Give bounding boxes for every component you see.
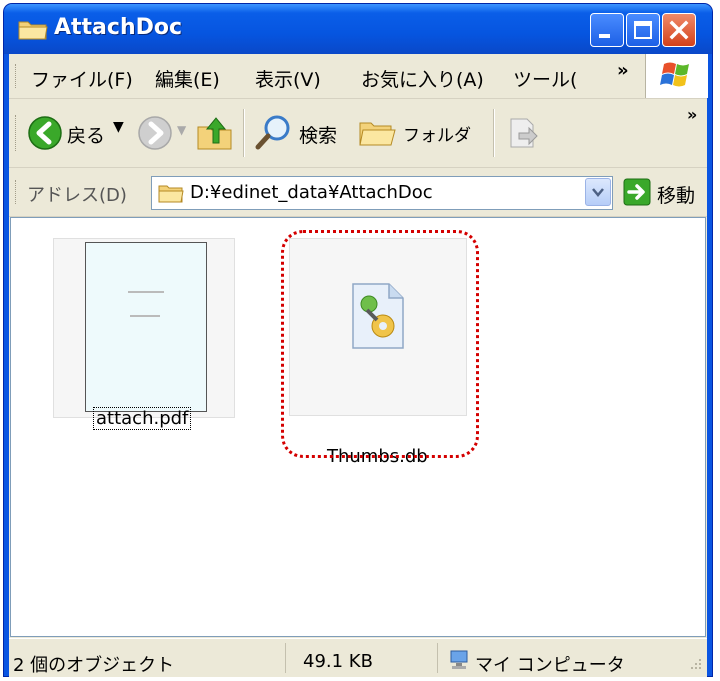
file-name-label[interactable]: attach.pdf <box>93 407 192 430</box>
file-view[interactable]: attach.pdf Thumbs.db <box>10 217 706 637</box>
forward-arrow-icon <box>138 116 172 150</box>
toolbar-separator <box>243 109 245 157</box>
toolbar-overflow-chevron[interactable]: » <box>687 105 697 124</box>
maximize-button[interactable] <box>626 13 660 47</box>
status-pane-zone: マイ コンピュータ <box>439 643 707 676</box>
go-arrow-icon <box>623 178 651 206</box>
total-size: 49.1 KB <box>303 651 373 672</box>
move-to-icon <box>510 118 538 148</box>
up-folder-icon <box>197 117 232 150</box>
title-bar[interactable]: AttachDoc <box>4 4 712 54</box>
menu-file[interactable]: ファイル(F) <box>31 65 133 92</box>
go-button[interactable]: 移動 <box>617 176 703 208</box>
back-label[interactable]: 戻る <box>67 121 105 148</box>
minimize-icon <box>599 34 610 38</box>
object-count: 2 個のオブジェクト <box>13 655 175 676</box>
folder-icon <box>158 185 184 203</box>
status-pane-count: 2 個のオブジェクト <box>9 643 286 676</box>
address-dropdown-button[interactable] <box>585 178 611 206</box>
windows-logo <box>645 54 708 98</box>
zone-label: マイ コンピュータ <box>475 655 625 676</box>
move-to-button[interactable] <box>505 115 541 155</box>
search-label[interactable]: 検索 <box>299 121 337 148</box>
address-path[interactable]: D:¥edinet_data¥AttachDoc <box>190 182 433 203</box>
close-button[interactable] <box>662 13 696 47</box>
menu-overflow-chevron[interactable]: » <box>617 60 629 81</box>
window-client: ファイル(F) 編集(E) 表示(V) お気に入り(A) ツール( » 戻る ▼… <box>9 54 708 677</box>
address-field[interactable]: D:¥edinet_data¥AttachDoc <box>151 176 613 210</box>
windows-flag-icon <box>660 62 689 87</box>
address-bar: アドレス(D) D:¥edinet_data¥AttachDoc 移動 <box>9 168 707 217</box>
search-button[interactable] <box>253 113 293 157</box>
back-dropdown-arrow-icon[interactable]: ▼ <box>113 119 124 135</box>
menu-tools[interactable]: ツール( <box>513 65 577 92</box>
forward-button[interactable] <box>137 115 173 155</box>
standard-toolbar: 戻る ▼ ▼ 検索 フォルダ » <box>9 99 707 168</box>
status-bar: 2 個のオブジェクト 49.1 KB マイ コンピュータ <box>9 638 707 677</box>
menubar-grip[interactable] <box>15 64 19 88</box>
maximize-icon <box>634 21 652 39</box>
explorer-window: AttachDoc ファイル(F) 編集(E) 表示(V) お気に入り(A) ツ… <box>4 4 712 677</box>
preview-text-line <box>130 315 160 317</box>
highlight-annotation <box>281 230 479 458</box>
search-icon <box>255 115 290 150</box>
resize-grip-icon[interactable] <box>687 655 703 671</box>
toolbar-separator <box>493 109 495 157</box>
window-title: AttachDoc <box>54 15 183 40</box>
pdf-page-preview <box>85 242 207 412</box>
forward-dropdown-arrow-icon[interactable]: ▼ <box>177 123 186 137</box>
status-pane-size: 49.1 KB <box>287 643 438 673</box>
close-icon <box>669 20 689 40</box>
back-button[interactable] <box>27 115 63 155</box>
preview-text-line <box>128 291 164 293</box>
folders-label[interactable]: フォルダ <box>403 121 471 146</box>
back-arrow-icon <box>28 116 62 150</box>
go-label[interactable]: 移動 <box>657 181 695 208</box>
folders-button[interactable] <box>357 115 397 155</box>
up-folder-button[interactable] <box>195 113 235 157</box>
menu-bar: ファイル(F) 編集(E) 表示(V) お気に入り(A) ツール( » <box>9 54 708 99</box>
toolbar-grip[interactable] <box>15 115 19 151</box>
chevron-down-icon <box>592 188 604 197</box>
menu-favorites[interactable]: お気に入り(A) <box>361 65 484 92</box>
folder-icon <box>18 21 48 40</box>
menu-view[interactable]: 表示(V) <box>255 65 321 92</box>
my-computer-icon <box>450 650 468 669</box>
address-label: アドレス(D) <box>27 185 127 206</box>
folders-icon <box>359 122 396 146</box>
addressbar-grip[interactable] <box>15 180 19 204</box>
minimize-button[interactable] <box>590 13 624 47</box>
menu-edit[interactable]: 編集(E) <box>155 65 220 92</box>
